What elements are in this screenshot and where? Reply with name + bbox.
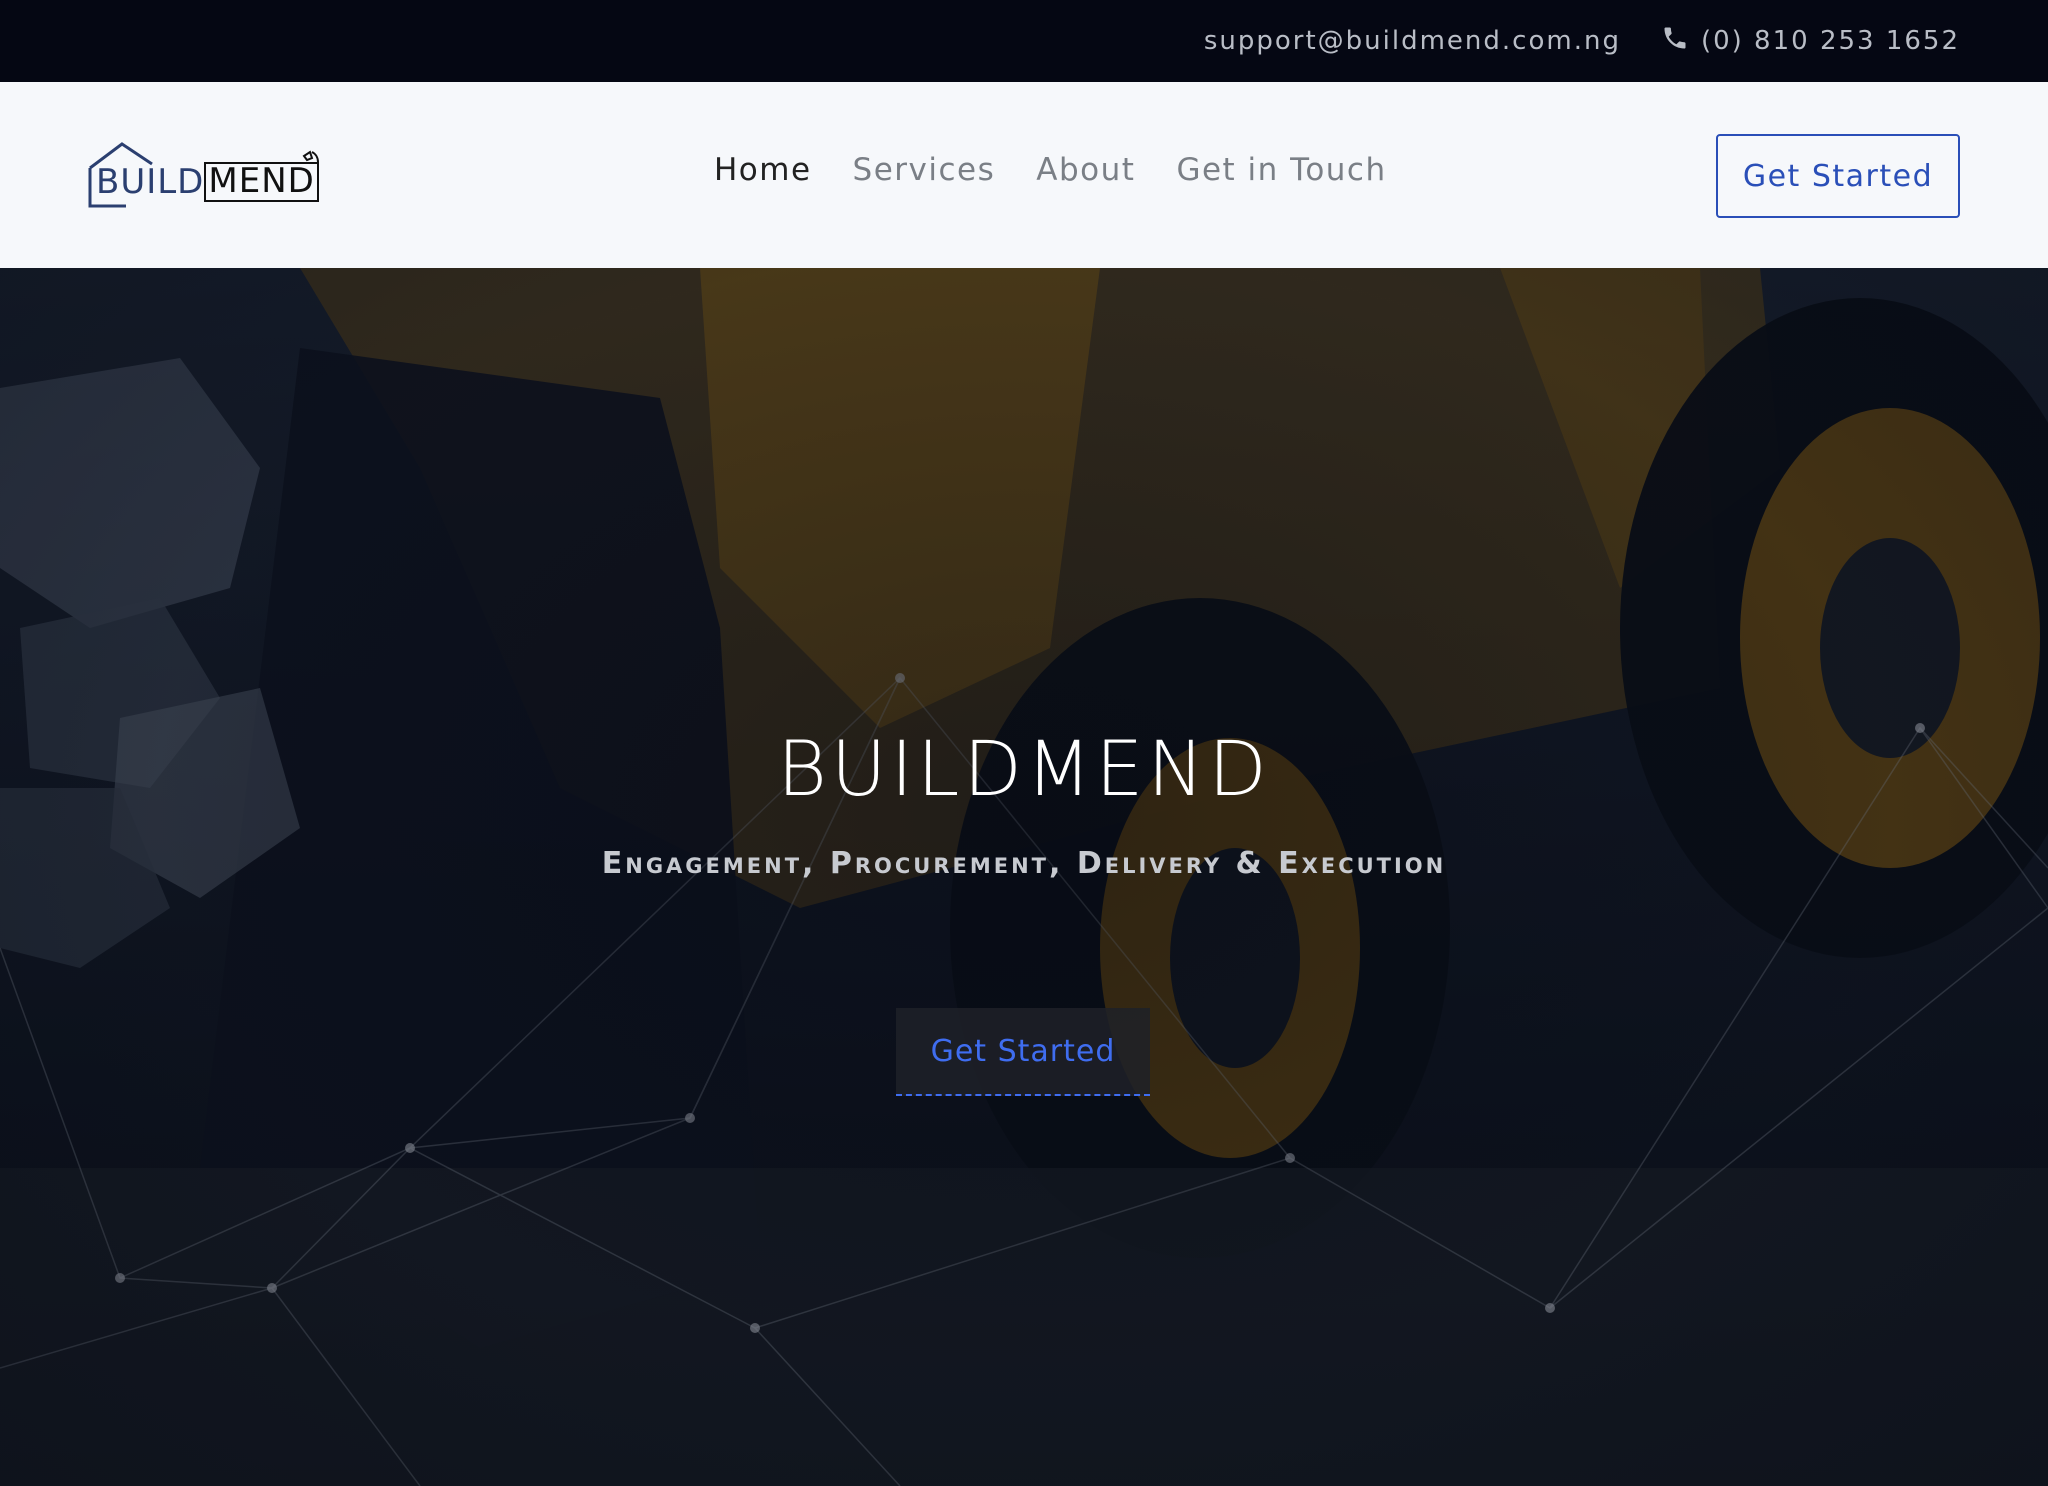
nav-item-get-in-touch[interactable]: Get in Touch: [1176, 152, 1386, 188]
brand-logo[interactable]: BUILD MEND: [86, 140, 320, 210]
logo-wordmark: BUILD MEND: [96, 162, 319, 202]
nav-item-about[interactable]: About: [1036, 152, 1135, 188]
logo-build-text: BUILD: [96, 162, 205, 202]
phone-contact[interactable]: (0) 810 253 1652: [1661, 24, 1960, 59]
hero-subtitle: Engagement, Procurement, Delivery & Exec…: [601, 846, 1447, 881]
nav-get-started-button[interactable]: Get Started: [1716, 134, 1960, 218]
nav-item-services[interactable]: Services: [853, 152, 996, 188]
hero-title: BUILDMEND: [777, 724, 1271, 813]
email-contact[interactable]: support@buildmend.com.ng: [1204, 26, 1621, 56]
hero-get-started-button[interactable]: Get Started: [896, 1008, 1150, 1096]
phone-text[interactable]: (0) 810 253 1652: [1701, 26, 1960, 56]
nav-menu: Home Services About Get in Touch: [714, 152, 1387, 188]
email-text[interactable]: support@buildmend.com.ng: [1204, 26, 1621, 56]
contact-bar: support@buildmend.com.ng (0) 810 253 165…: [0, 0, 2048, 82]
nav-item-home[interactable]: Home: [714, 152, 812, 188]
logo-mend-text: MEND: [204, 162, 319, 202]
phone-icon: [1661, 24, 1689, 59]
hero-section: BUILDMEND Engagement, Procurement, Deliv…: [0, 268, 2048, 1486]
